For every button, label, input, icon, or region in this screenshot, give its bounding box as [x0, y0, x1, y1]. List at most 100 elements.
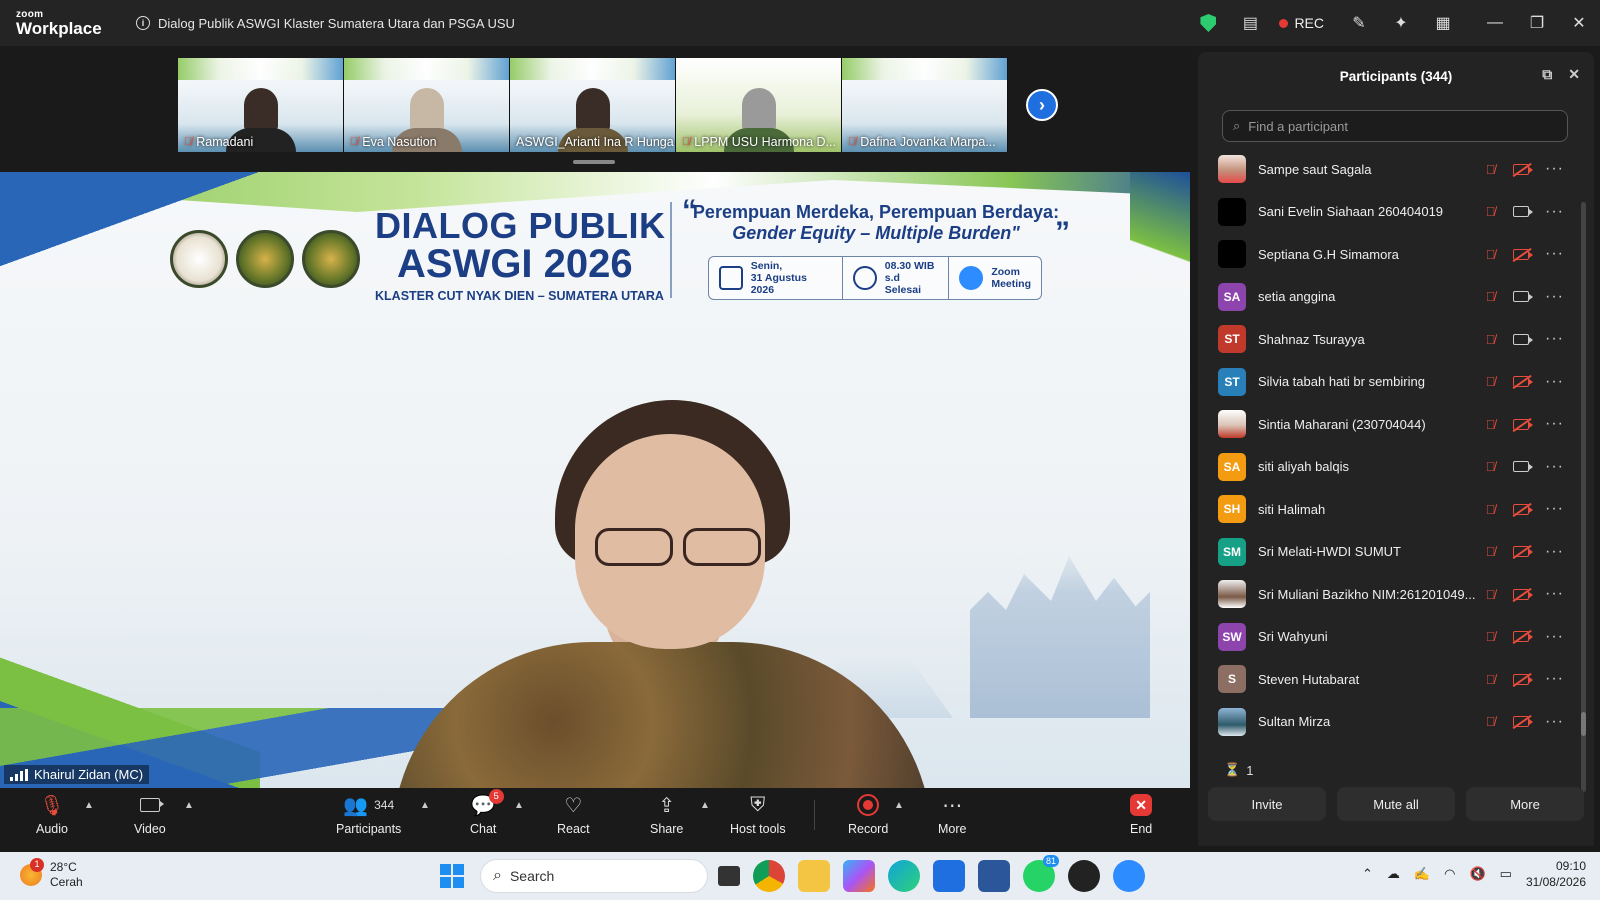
active-speaker-video[interactable]: DIALOG PUBLIK ASWGI 2026 KLASTER CUT NYA…: [0, 172, 1190, 788]
mic-muted-icon[interactable]: 🎙̸: [1484, 629, 1497, 644]
mic-muted-icon[interactable]: 🎙̸: [1484, 374, 1497, 389]
info-icon[interactable]: i: [136, 16, 150, 30]
strip-resize-handle[interactable]: [573, 160, 615, 164]
word-icon[interactable]: [978, 860, 1010, 892]
video-thumbnail[interactable]: ASWGI_Arianti Ina R Hunga: [510, 58, 676, 152]
mic-muted-icon[interactable]: 🎙̸: [1484, 204, 1497, 219]
mic-muted-icon[interactable]: 🎙̸: [1484, 289, 1497, 304]
windows-start-icon[interactable]: [440, 864, 464, 888]
video-off-icon[interactable]: [1513, 418, 1534, 430]
video-off-icon[interactable]: [1513, 673, 1534, 685]
record-button[interactable]: Record: [848, 792, 888, 836]
more-options-icon[interactable]: ···: [1545, 288, 1564, 306]
video-thumbnail[interactable]: 🎙̸ Dafina Jovanka Marpa...: [842, 58, 1008, 152]
participant-row[interactable]: ST Shahnaz Tsurayya 🎙̸ ···: [1198, 318, 1594, 361]
video-off-icon[interactable]: [1513, 631, 1534, 643]
more-options-icon[interactable]: ···: [1545, 713, 1564, 731]
more-options-icon[interactable]: ···: [1545, 373, 1564, 391]
share-caret-icon[interactable]: ▲: [700, 800, 710, 811]
participant-row[interactable]: SH siti Halimah 🎙̸ ···: [1198, 488, 1594, 531]
mic-muted-icon[interactable]: 🎙̸: [1484, 162, 1497, 177]
ai-companion-icon[interactable]: ✦: [1380, 0, 1422, 46]
participant-row[interactable]: Sintia Maharani (230704044) 🎙̸ ···: [1198, 403, 1594, 446]
copilot-icon[interactable]: [843, 860, 875, 892]
more-options-icon[interactable]: ···: [1545, 330, 1564, 348]
audio-options-caret-icon[interactable]: ▲: [84, 800, 94, 811]
video-thumbnail[interactable]: 🎙̸ Eva Nasution: [344, 58, 510, 152]
battery-icon[interactable]: ▭: [1500, 866, 1512, 882]
participants-caret-icon[interactable]: ▲: [420, 800, 430, 811]
more-options-icon[interactable]: ···: [1545, 585, 1564, 603]
more-button[interactable]: ⋯ More: [938, 792, 966, 837]
store-icon[interactable]: [933, 860, 965, 892]
more-options-icon[interactable]: ···: [1545, 415, 1564, 433]
video-off-icon[interactable]: [1513, 163, 1534, 175]
video-on-icon[interactable]: [1513, 291, 1534, 303]
mic-muted-icon[interactable]: 🎙̸: [1484, 459, 1497, 474]
edge-icon[interactable]: [888, 860, 920, 892]
host-tools-button[interactable]: ⛨ Host tools: [730, 792, 786, 837]
chat-caret-icon[interactable]: ▲: [514, 800, 524, 811]
participant-row[interactable]: SM Sri Melati-HWDI SUMUT 🎙̸ ···: [1198, 531, 1594, 574]
task-view-icon[interactable]: [718, 866, 740, 886]
participants-button[interactable]: 👥 344 Participants: [336, 792, 401, 837]
security-shield-icon[interactable]: [1187, 0, 1229, 46]
participant-row[interactable]: Sri Muliani Bazikho NIM:261201049... 🎙̸ ··…: [1198, 573, 1594, 616]
mic-muted-icon[interactable]: 🎙̸: [1484, 587, 1497, 602]
onedrive-icon[interactable]: ☁: [1387, 866, 1400, 882]
record-caret-icon[interactable]: ▲: [894, 800, 904, 811]
video-off-icon[interactable]: [1513, 546, 1534, 558]
notes-icon[interactable]: ▤: [1229, 0, 1271, 46]
invite-button[interactable]: Invite: [1208, 787, 1326, 821]
video-off-icon[interactable]: [1513, 588, 1534, 600]
media-player-icon[interactable]: [1068, 860, 1100, 892]
video-options-caret-icon[interactable]: ▲: [184, 800, 194, 811]
file-explorer-icon[interactable]: [798, 860, 830, 892]
video-thumbnail[interactable]: 🎙̸ LPPM USU Harmona D...: [676, 58, 842, 152]
video-off-icon[interactable]: [1513, 376, 1534, 388]
mic-muted-icon[interactable]: 🎙̸: [1484, 502, 1497, 517]
close-icon[interactable]: ✕: [1558, 0, 1600, 46]
more-options-icon[interactable]: ···: [1545, 670, 1564, 688]
wifi-icon[interactable]: ◠: [1444, 866, 1455, 882]
react-button[interactable]: ♡ React: [557, 792, 590, 837]
video-button[interactable]: Video: [134, 792, 166, 836]
video-off-icon[interactable]: [1513, 248, 1534, 260]
audio-button[interactable]: 🎙 Audio: [36, 792, 68, 837]
whatsapp-icon[interactable]: 81: [1023, 855, 1059, 892]
participant-row[interactable]: ST Silvia tabah hati br sembiring 🎙̸ ···: [1198, 361, 1594, 404]
close-panel-icon[interactable]: ✕: [1568, 66, 1580, 83]
participant-row[interactable]: SW Sri Wahyuni 🎙̸ ···: [1198, 616, 1594, 659]
view-grid-icon[interactable]: ▦: [1422, 0, 1464, 46]
more-options-icon[interactable]: ···: [1545, 628, 1564, 646]
chevron-up-icon[interactable]: ⌃: [1362, 866, 1373, 882]
participant-row[interactable]: Sultan Mirza 🎙̸ ···: [1198, 701, 1594, 744]
share-button[interactable]: ⇪ Share: [650, 792, 683, 837]
participant-list-scrollbar[interactable]: [1581, 202, 1586, 792]
mic-muted-icon[interactable]: 🎙̸: [1484, 417, 1497, 432]
weather-widget[interactable]: 1 28°C Cerah: [20, 858, 83, 890]
annotate-pen-icon[interactable]: ✎: [1338, 0, 1380, 46]
video-off-icon[interactable]: [1513, 716, 1534, 728]
video-on-icon[interactable]: [1513, 333, 1534, 345]
video-on-icon[interactable]: [1513, 461, 1534, 473]
mic-muted-icon[interactable]: 🎙̸: [1484, 714, 1497, 729]
system-clock[interactable]: 09:10 31/08/2026: [1526, 858, 1586, 890]
chrome-icon[interactable]: [753, 860, 785, 892]
mic-muted-icon[interactable]: 🎙̸: [1484, 247, 1497, 262]
more-options-icon[interactable]: ···: [1545, 203, 1564, 221]
more-options-icon[interactable]: ···: [1545, 543, 1564, 561]
participant-row[interactable]: Sani Evelin Siahaan 260404019 🎙̸ ···: [1198, 191, 1594, 234]
panel-more-button[interactable]: More: [1466, 787, 1584, 821]
more-options-icon[interactable]: ···: [1545, 245, 1564, 263]
pop-out-icon[interactable]: ⧉: [1542, 66, 1552, 83]
recording-indicator[interactable]: REC: [1279, 15, 1324, 31]
participant-row[interactable]: SA setia anggina 🎙̸ ···: [1198, 276, 1594, 319]
search-input[interactable]: [1248, 118, 1549, 134]
mic-muted-icon[interactable]: 🎙̸: [1484, 544, 1497, 559]
more-options-icon[interactable]: ···: [1545, 500, 1564, 518]
more-options-icon[interactable]: ···: [1545, 160, 1564, 178]
mic-muted-icon[interactable]: 🎙̸: [1484, 332, 1497, 347]
participant-search[interactable]: ⌕: [1222, 110, 1568, 142]
chat-button[interactable]: 💬 5 Chat: [470, 789, 504, 836]
